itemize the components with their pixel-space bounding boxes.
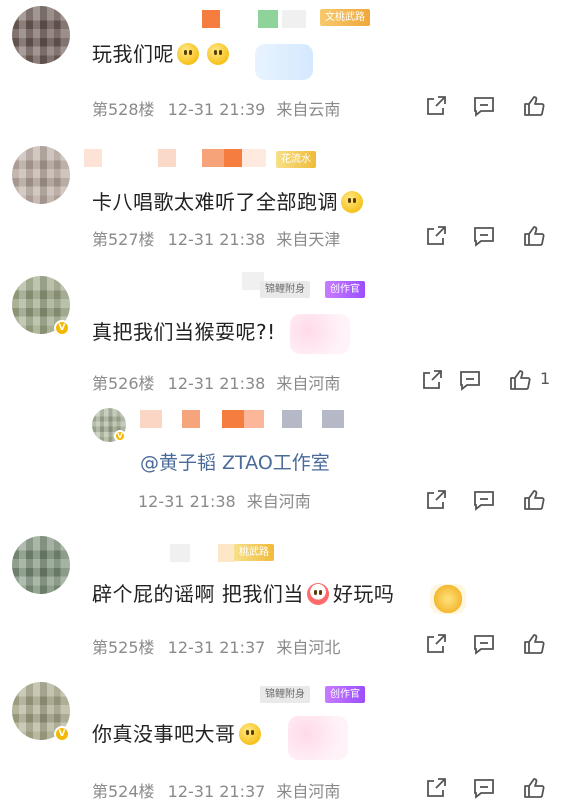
location: 来自云南 bbox=[276, 100, 341, 119]
comment-meta: 第526楼 12-31 21:38 来自河南 bbox=[92, 370, 340, 394]
comment-text: 辟个屁的谣啊 把我们当 好玩吗 bbox=[92, 578, 394, 607]
sticker-decoration bbox=[290, 314, 350, 354]
fan-tag: 文桃武路 bbox=[320, 9, 370, 26]
username-blurred[interactable] bbox=[84, 149, 284, 167]
comment-icon[interactable] bbox=[458, 368, 482, 392]
share-icon[interactable] bbox=[420, 368, 444, 392]
comment-icon[interactable] bbox=[472, 776, 496, 800]
action-bar bbox=[424, 776, 564, 802]
gem-sticker-icon bbox=[430, 584, 466, 614]
comment-525: 桃武路 辟个屁的谣啊 把我们当 好玩吗 第525楼 12-31 21:37 来自河… bbox=[0, 530, 564, 670]
comment-text: 真把我们当猴耍呢?! bbox=[92, 316, 276, 345]
floor-number: 第526楼 bbox=[92, 374, 155, 393]
comment-icon[interactable] bbox=[472, 488, 496, 512]
smile-emoji bbox=[238, 723, 261, 745]
sticker-decoration bbox=[288, 716, 348, 760]
comment-text-body: 辟个屁的谣啊 把我们当 bbox=[92, 582, 304, 606]
action-bar bbox=[424, 224, 564, 250]
reply-mention: V @黄子韬 ZTAO工作室 12-31 21:38 来自河南 bbox=[0, 400, 564, 520]
koi-tag: 锦鲤附身 bbox=[260, 686, 310, 703]
like-icon[interactable] bbox=[522, 224, 546, 248]
comment-icon[interactable] bbox=[472, 632, 496, 656]
comment-526: V 锦鲤附身 创作官 真把我们当猴耍呢?! 第526楼 12-31 21:38 … bbox=[0, 270, 564, 400]
fan-tag: 桃武路 bbox=[234, 544, 274, 561]
timestamp: 12-31 21:38 bbox=[167, 374, 266, 393]
mention-link[interactable]: @黄子韬 ZTAO工作室 bbox=[140, 448, 330, 475]
floor-number: 第524楼 bbox=[92, 782, 155, 801]
comment-text-body: 你真没事吧大哥 bbox=[92, 722, 236, 746]
timestamp: 12-31 21:37 bbox=[167, 782, 266, 801]
comment-text-body: 真把我们当猴耍呢?! bbox=[92, 320, 276, 344]
comment-text: 你真没事吧大哥 bbox=[92, 718, 261, 747]
floor-number: 第527楼 bbox=[92, 230, 155, 249]
comment-meta: 第527楼 12-31 21:38 来自天津 bbox=[92, 226, 340, 250]
location: 来自天津 bbox=[276, 230, 341, 249]
reply-meta: 12-31 21:38 来自河南 bbox=[138, 488, 311, 512]
floor-number: 第525楼 bbox=[92, 638, 155, 657]
like-icon[interactable] bbox=[522, 632, 546, 656]
comment-meta: 第525楼 12-31 21:37 来自河北 bbox=[92, 634, 340, 658]
share-icon[interactable] bbox=[424, 94, 448, 118]
floor-number: 第528楼 bbox=[92, 100, 155, 119]
location: 来自河北 bbox=[276, 638, 341, 657]
action-bar: 1 bbox=[420, 368, 564, 394]
clown-emoji bbox=[306, 583, 329, 605]
comment-icon[interactable] bbox=[472, 224, 496, 248]
sticker-decoration bbox=[255, 44, 313, 80]
fan-tag: 花流水 bbox=[276, 151, 316, 168]
creator-tag: 创作官 bbox=[325, 281, 365, 298]
verified-badge-icon: V bbox=[114, 430, 126, 442]
share-icon[interactable] bbox=[424, 488, 448, 512]
share-icon[interactable] bbox=[424, 224, 448, 248]
comment-text: 卡八唱歌太难听了全部跑调 bbox=[92, 186, 363, 215]
comment-527: 花流水 卡八唱歌太难听了全部跑调 第527楼 12-31 21:38 来自天津 bbox=[0, 140, 564, 270]
avatar[interactable] bbox=[12, 536, 70, 594]
koi-tag: 锦鲤附身 bbox=[260, 281, 310, 298]
location: 来自河南 bbox=[276, 782, 341, 801]
action-bar bbox=[424, 488, 564, 514]
comment-text-body: 玩我们呢 bbox=[92, 42, 174, 66]
like-icon[interactable] bbox=[522, 488, 546, 512]
timestamp: 12-31 21:38 bbox=[138, 492, 236, 511]
comment-text-body: 卡八唱歌太难听了全部跑调 bbox=[92, 190, 338, 214]
comment-icon[interactable] bbox=[472, 94, 496, 118]
username-blurred[interactable] bbox=[140, 410, 370, 428]
like-icon[interactable] bbox=[522, 94, 546, 118]
action-bar bbox=[424, 94, 564, 120]
creator-tag: 创作官 bbox=[325, 686, 365, 703]
thinking-emoji bbox=[341, 191, 363, 213]
timestamp: 12-31 21:39 bbox=[167, 100, 266, 119]
comment-text-body-end: 好玩吗 bbox=[332, 582, 395, 606]
timestamp: 12-31 21:37 bbox=[167, 638, 266, 657]
avatar[interactable] bbox=[12, 146, 70, 204]
comment-meta: 第528楼 12-31 21:39 来自云南 bbox=[92, 96, 340, 120]
like-count: 1 bbox=[540, 369, 551, 388]
smile-emoji bbox=[207, 43, 229, 65]
comment-528: 文桃武路 玩我们呢 第528楼 12-31 21:39 来自云南 bbox=[0, 0, 564, 130]
verified-badge-icon: V bbox=[54, 726, 70, 742]
like-icon[interactable] bbox=[522, 776, 546, 800]
location: 来自河南 bbox=[246, 492, 311, 511]
timestamp: 12-31 21:38 bbox=[167, 230, 266, 249]
location: 来自河南 bbox=[276, 374, 341, 393]
verified-badge-icon: V bbox=[54, 320, 70, 336]
comment-524: V 锦鲤附身 创作官 你真没事吧大哥 第524楼 12-31 21:37 来自河… bbox=[0, 676, 564, 811]
username-blurred[interactable] bbox=[92, 272, 272, 290]
share-icon[interactable] bbox=[424, 776, 448, 800]
action-bar bbox=[424, 632, 564, 658]
like-icon[interactable] bbox=[508, 368, 532, 392]
share-icon[interactable] bbox=[424, 632, 448, 656]
avatar[interactable] bbox=[12, 6, 70, 64]
comment-text: 玩我们呢 bbox=[92, 38, 229, 67]
comment-meta: 第524楼 12-31 21:37 来自河南 bbox=[92, 778, 340, 802]
smile-emoji bbox=[177, 43, 199, 65]
